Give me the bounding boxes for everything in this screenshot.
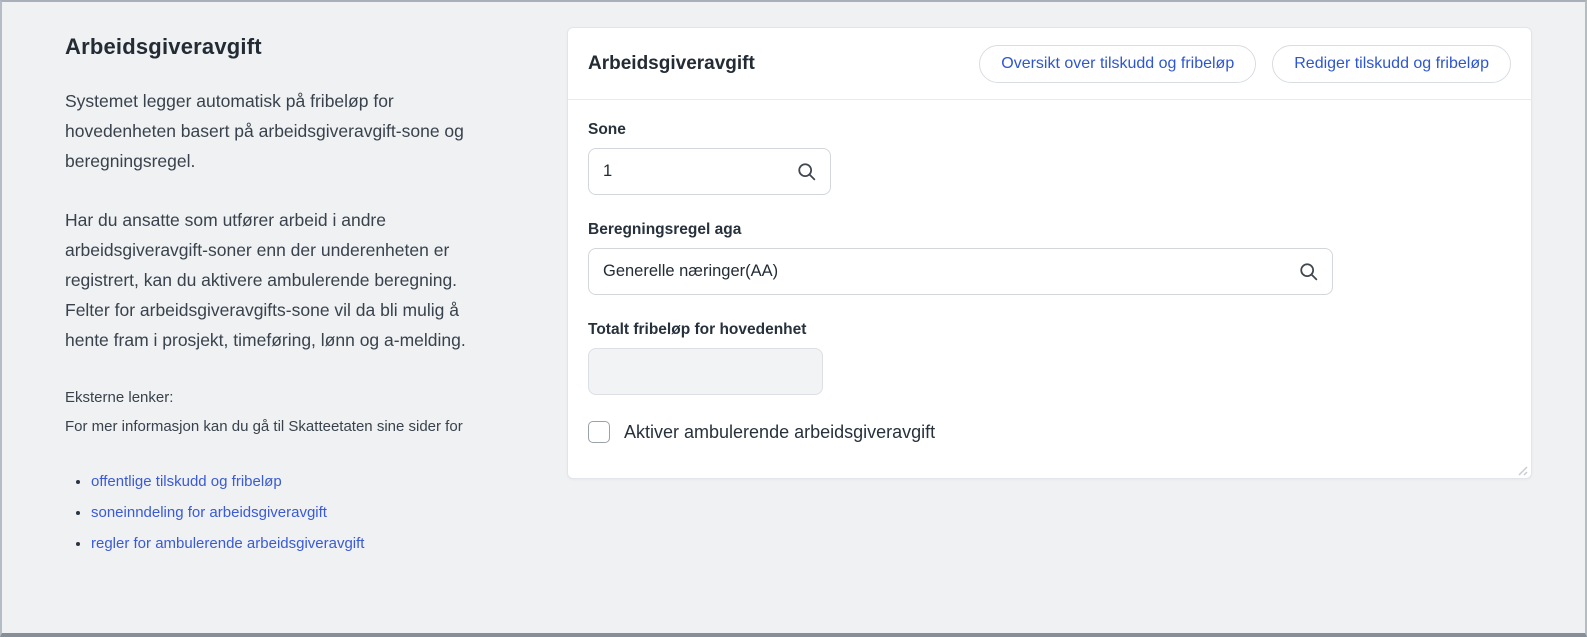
info-paragraph-2: Har du ansatte som utfører arbeid i andr… [65,205,477,355]
beregningsregel-label: Beregningsregel aga [588,221,1511,239]
list-item: regler for ambulerende arbeidsgiveravgif… [91,528,477,559]
search-icon[interactable] [1298,261,1319,282]
link-soneinndeling[interactable]: soneinndeling for arbeidsgiveravgift [91,504,327,521]
list-item: soneinndeling for arbeidsgiveravgift [91,497,477,528]
info-paragraph-1: Systemet legger automatisk på fribeløp f… [65,86,477,176]
oversikt-tilskudd-button[interactable]: Oversikt over tilskudd og fribeløp [979,45,1256,83]
rediger-tilskudd-button[interactable]: Rediger tilskudd og fribeløp [1272,45,1511,83]
link-offentlige-tilskudd[interactable]: offentlige tilskudd og fribeløp [91,473,282,490]
beregningsregel-field: Beregningsregel aga [588,221,1511,295]
header-buttons: Oversikt over tilskudd og fribeløp Redig… [979,45,1511,83]
resize-grip-icon[interactable] [1514,462,1528,476]
ambulerende-checkbox-label: Aktiver ambulerende arbeidsgiveravgift [624,422,935,443]
list-item: offentlige tilskudd og fribeløp [91,466,477,497]
sone-input[interactable] [603,162,796,181]
ambulerende-checkbox[interactable] [588,421,610,443]
totalt-fribelop-input [603,362,809,381]
sone-input-box [588,148,831,195]
totalt-fribelop-field: Totalt fribeløp for hovedenhet [588,321,1511,395]
sone-label: Sone [588,121,1511,139]
beregningsregel-input[interactable] [603,262,1298,281]
info-panel: Arbeidsgiveravgift Systemet legger autom… [65,34,477,559]
totalt-fribelop-input-box [588,348,823,395]
external-links-intro: For mer informasjon kan du gå til Skatte… [65,412,477,441]
page: { "info_panel": { "title": "Arbeidsgiver… [0,0,1587,637]
page-title: Arbeidsgiveravgift [65,34,477,60]
card-body: Sone Beregningsregel aga Totalt fribeløp… [568,100,1531,463]
ambulerende-checkbox-row: Aktiver ambulerende arbeidsgiveravgift [588,421,1511,443]
beregningsregel-input-box [588,248,1333,295]
search-icon[interactable] [796,161,817,182]
external-links-heading: Eksterne lenker: [65,384,477,412]
totalt-fribelop-label: Totalt fribeløp for hovedenhet [588,321,1511,339]
link-regler-ambulerende[interactable]: regler for ambulerende arbeidsgiveravgif… [91,535,364,552]
external-links-list: offentlige tilskudd og fribeløp soneinnd… [65,466,477,559]
card-title: Arbeidsgiveravgift [588,53,755,75]
card-header: Arbeidsgiveravgift Oversikt over tilskud… [568,28,1531,100]
settings-card: Arbeidsgiveravgift Oversikt over tilskud… [567,27,1532,479]
sone-field: Sone [588,121,1511,195]
